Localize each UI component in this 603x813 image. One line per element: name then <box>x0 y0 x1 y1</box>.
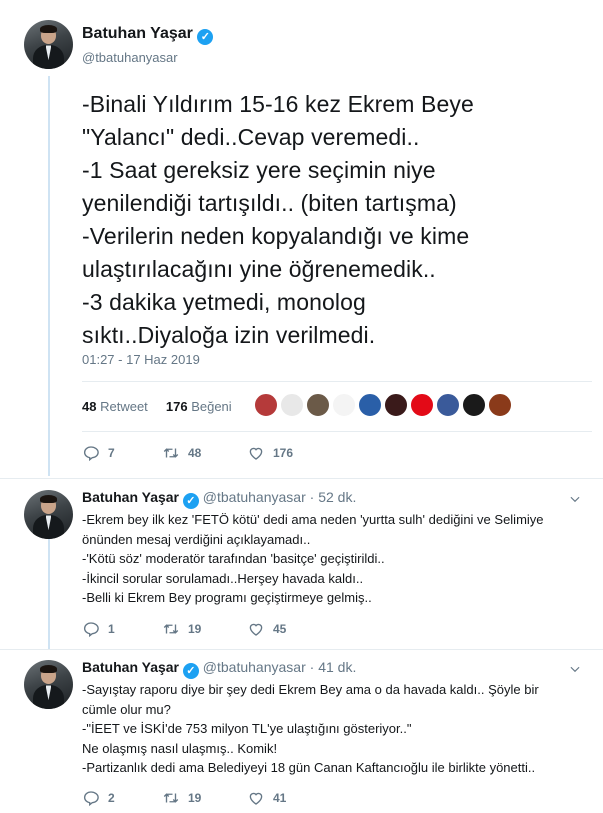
liker-avatar[interactable] <box>358 393 382 417</box>
liker-avatar[interactable] <box>306 393 330 417</box>
retweet-icon <box>163 793 179 803</box>
tweet-actions: 7 48 176 <box>82 444 482 464</box>
divider <box>0 649 603 650</box>
reply-text: -Ekrem bey ilk kez 'FETÖ kötü' dedi ama … <box>82 510 587 608</box>
reply-text-line: önünden mesaj verdiğini açıklayamadı.. <box>82 531 311 547</box>
liker-avatar[interactable] <box>280 393 304 417</box>
reply-icon <box>83 446 99 462</box>
tweet-text: -Binali Yıldırım 15-16 kez Ekrem Beye "Y… <box>82 88 582 352</box>
avatar[interactable] <box>24 20 73 69</box>
reply-text-line: -İkincil sorular sorulamadı..Herşey hava… <box>82 570 364 586</box>
reply-icon <box>83 622 99 638</box>
reply-text-line: -'Kötü söz' moderatör tarafından 'basitç… <box>82 551 385 566</box>
liker-avatar[interactable] <box>436 393 460 417</box>
tweet-text-line: "Yalancı" dedi..Cevap veremedi.. <box>82 124 420 150</box>
avatar[interactable] <box>24 660 73 709</box>
reply-button[interactable]: 2 <box>82 789 115 807</box>
reply-text-line: -Sayıştay raporu diye bir şey dedi Ekrem… <box>82 682 539 697</box>
tweet-text-line: yenilendiği tartışıldı.. (biten tartışma… <box>82 190 457 216</box>
author-handle[interactable]: @tbatuhanyasar <box>203 489 306 505</box>
liker-avatar[interactable] <box>384 393 408 417</box>
tweet-text-line: -Verilerin neden kopyalandığı ve kime <box>82 223 470 249</box>
tweet-actions: 1 19 45 <box>82 620 482 640</box>
reply-button[interactable]: 7 <box>82 444 115 462</box>
retweet-button[interactable]: 19 <box>162 620 201 638</box>
divider <box>82 431 592 432</box>
tweet-text-line: -3 dakika yetmedi, monolog <box>82 289 366 315</box>
retweet-button[interactable]: 48 <box>162 444 201 462</box>
liker-avatar[interactable] <box>254 393 278 417</box>
like-button[interactable]: 176 <box>247 444 293 462</box>
reply-time[interactable]: 52 dk. <box>318 489 356 505</box>
author-name[interactable]: Batuhan Yaşar ✓ <box>82 25 214 45</box>
retweet-stat[interactable]: 48 Retweet <box>82 399 148 414</box>
reply-header: Batuhan Yaşar ✓ @tbatuhanyasar · 52 dk. <box>82 489 356 509</box>
retweet-button[interactable]: 19 <box>162 789 201 807</box>
author-handle[interactable]: @tbatuhanyasar <box>82 50 178 65</box>
thread-line <box>48 532 50 650</box>
heart-icon <box>249 792 263 805</box>
tweet-actions: 2 19 41 <box>82 789 482 809</box>
liker-avatar[interactable] <box>462 393 486 417</box>
like-button[interactable]: 45 <box>247 620 286 638</box>
avatar[interactable] <box>24 490 73 539</box>
thread-line <box>48 76 50 476</box>
retweet-icon <box>163 624 179 634</box>
author-name-label[interactable]: Batuhan Yaşar <box>82 489 179 505</box>
separator-dot: · <box>309 489 315 505</box>
author-name-label[interactable]: Batuhan Yaşar <box>82 659 179 675</box>
reply-header: Batuhan Yaşar ✓ @tbatuhanyasar · 41 dk. <box>82 659 356 679</box>
reply-text: -Sayıştay raporu diye bir şey dedi Ekrem… <box>82 680 587 778</box>
tweet-text-line: sıktı..Diyaloğa izin verilmedi. <box>82 322 376 348</box>
divider <box>82 381 592 382</box>
chevron-down-icon[interactable] <box>568 492 582 506</box>
reply-text-line: Ne olaşmış nasıl ulaşmış.. Komik! <box>82 740 278 756</box>
retweet-icon <box>163 448 179 458</box>
liker-avatar[interactable] <box>332 393 356 417</box>
tweet-text-line: -Binali Yıldırım 15-16 kez Ekrem Beye <box>82 91 474 117</box>
liker-avatar[interactable] <box>410 393 434 417</box>
reply-text-line: -Partizanlık dedi ama Belediyeyi 18 gün … <box>82 760 536 775</box>
liker-avatar[interactable] <box>488 393 512 417</box>
chevron-down-icon[interactable] <box>568 662 582 676</box>
separator-dot: · <box>309 659 315 675</box>
divider <box>0 478 603 479</box>
reply-text-line: cümle olur mu? <box>82 701 171 717</box>
author-handle[interactable]: @tbatuhanyasar <box>203 659 306 675</box>
heart-icon <box>249 447 263 460</box>
tweet-text-line: -1 Saat gereksiz yere seçimin niye <box>82 157 436 183</box>
tweet-timestamp[interactable]: 01:27 - 17 Haz 2019 <box>82 352 200 367</box>
tweet-text-line: ulaştırılacağını yine öğrenemedik.. <box>82 256 436 282</box>
like-stat[interactable]: 176 Beğeni <box>166 399 232 414</box>
reply-time[interactable]: 41 dk. <box>318 659 356 675</box>
verified-badge-icon: ✓ <box>182 493 199 509</box>
heart-icon <box>249 623 263 636</box>
tweet-stats: 48 Retweet 176 Beğeni <box>82 399 232 414</box>
reply-button[interactable]: 1 <box>82 620 115 638</box>
reply-text-line: -Belli ki Ekrem Bey programı geçiştirmey… <box>82 590 372 605</box>
reply-text-line: -Ekrem bey ilk kez 'FETÖ kötü' dedi ama … <box>82 512 544 527</box>
author-name-label[interactable]: Batuhan Yaşar <box>82 25 193 42</box>
verified-badge-icon: ✓ <box>182 663 199 679</box>
verified-badge-icon: ✓ <box>197 29 214 45</box>
reply-icon <box>83 791 99 807</box>
like-button[interactable]: 41 <box>247 789 286 807</box>
reply-text-line: -"İEET ve İSKİ'de 753 milyon TL'ye ulaşt… <box>82 721 412 736</box>
